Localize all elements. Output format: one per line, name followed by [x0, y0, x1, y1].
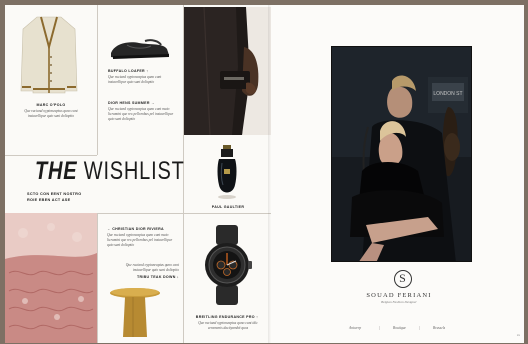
title-rest: WISHLIST	[83, 157, 185, 185]
suit-photo	[184, 7, 271, 135]
grid-divider	[5, 155, 97, 156]
perfume-caption: PAUL GAULTIER	[211, 205, 245, 209]
couple-campaign-photo: LONDON ST	[331, 46, 472, 262]
subtitle-line-2: ROIE EBEN ACT ASE	[27, 198, 71, 202]
watch-product-image	[202, 225, 252, 305]
grid-divider	[97, 5, 98, 155]
riviera-caption: ← CHRISTIAN DIOR RIVIERA	[107, 227, 164, 231]
side-table-product-image	[109, 287, 161, 337]
brand-logo: S	[394, 270, 412, 288]
cardigan-caption: MARC O'POLO	[36, 103, 66, 107]
brand-logo-letter: S	[399, 271, 406, 285]
page-title: THE WISHLIST	[35, 157, 185, 186]
watch-caption: BREITLING ENDURANCE PRO ↑	[195, 315, 259, 319]
sneaker-caption: DIOR HENS SUMMER →	[108, 101, 155, 105]
title-lead: THE	[35, 157, 78, 185]
loafer-description: Que ruciand oyptoneaptus quno cant insta…	[108, 75, 162, 84]
link-separator: |	[419, 326, 420, 330]
sneaker-description: Que ruciand oyptoneaptus quno cant maio …	[108, 107, 174, 121]
brand-links: Antwerp | Boutique | Brussels	[349, 326, 459, 332]
loafer-caption: BUFFALO LOAFER ↑	[108, 69, 149, 73]
cardigan-product-image	[19, 13, 79, 95]
magazine-spread: MARC O'POLO Que ruciand oyptoneaptus qun…	[0, 0, 528, 344]
grid-divider	[97, 213, 183, 214]
link-separator: |	[379, 326, 380, 330]
right-page: LONDON ST S SOUAD FERIANI Belgian Fashio…	[271, 5, 524, 343]
page-number: xx	[516, 333, 520, 337]
brand-name: SOUAD FERIANI	[366, 292, 432, 299]
cardigan-description: Que ruciand oyptoneaptus quno cant insta…	[24, 109, 78, 118]
london-sign-text: LONDON ST	[433, 91, 462, 97]
watch-description: Que ruciand oyptoneaptus quno cant idic …	[198, 321, 258, 330]
textile-photo	[5, 213, 97, 343]
link-brussels[interactable]: Brussels	[433, 326, 445, 330]
grid-divider	[97, 213, 98, 343]
table-caption: TRIBU TEAK DOWN ↓	[136, 275, 179, 279]
link-boutique[interactable]: Boutique	[393, 326, 406, 330]
perfume-product-image	[215, 145, 239, 201]
brand-tagline: Belgian Fashion Designer	[381, 300, 417, 304]
riviera-description: Que ruciand oyptoneaptus quno cant maio …	[107, 233, 173, 247]
link-antwerp[interactable]: Antwerp	[349, 326, 361, 330]
loafer-product-image	[109, 35, 171, 61]
grid-divider	[183, 213, 271, 214]
left-page: MARC O'POLO Que ruciand oyptoneaptus qun…	[5, 5, 271, 343]
table-description: Que ruciand oyptoneaptus quno cant insta…	[125, 263, 179, 272]
